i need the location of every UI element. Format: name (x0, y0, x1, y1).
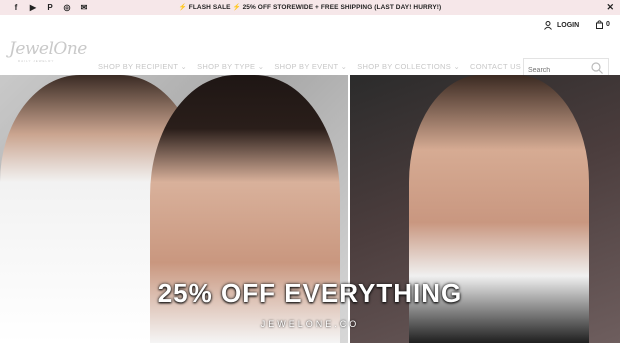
chevron-down-icon: ⌄ (453, 62, 461, 71)
nav-shop-by-event[interactable]: SHOP BY EVENT ⌄ (274, 62, 347, 71)
cart-link[interactable]: 0 (596, 20, 610, 29)
nav-contact-us[interactable]: CONTACT US (470, 62, 521, 71)
nav-shop-by-collections[interactable]: SHOP BY COLLECTIONS ⌄ (357, 62, 460, 71)
search-icon[interactable] (590, 61, 604, 75)
site-header: JewelOne DAILY JEWELRY LOGIN 0 SHOP BY R… (0, 15, 620, 80)
main-nav: SHOP BY RECIPIENT ⌄ SHOP BY TYPE ⌄ SHOP … (98, 62, 521, 71)
chevron-down-icon: ⌄ (180, 62, 188, 71)
login-link[interactable]: LOGIN (544, 21, 579, 30)
hero-banner[interactable]: 25% OFF EVERYTHING JEWELONE.CO (0, 75, 620, 343)
cart-count: 0 (606, 21, 610, 28)
hero-subline: JEWELONE.CO (260, 319, 360, 329)
chevron-down-icon: ⌄ (340, 62, 348, 71)
brand-tagline: DAILY JEWELRY (18, 59, 55, 63)
user-icon (544, 21, 552, 30)
chevron-down-icon: ⌄ (257, 62, 265, 71)
announcement-bar: f ▶ P ◎ ✉ ⚡ FLASH SALE ⚡ 25% OFF STOREWI… (0, 0, 620, 15)
nav-shop-by-recipient[interactable]: SHOP BY RECIPIENT ⌄ (98, 62, 187, 71)
close-icon[interactable]: ✕ (606, 0, 614, 15)
brand-logo[interactable]: JewelOne (9, 39, 87, 59)
login-label: LOGIN (557, 22, 580, 29)
bag-icon (596, 20, 603, 29)
hero-headline: 25% OFF EVERYTHING (157, 278, 463, 308)
announcement-text[interactable]: ⚡ FLASH SALE ⚡ 25% OFF STOREWIDE + FREE … (0, 0, 620, 15)
nav-shop-by-type[interactable]: SHOP BY TYPE ⌄ (197, 62, 264, 71)
